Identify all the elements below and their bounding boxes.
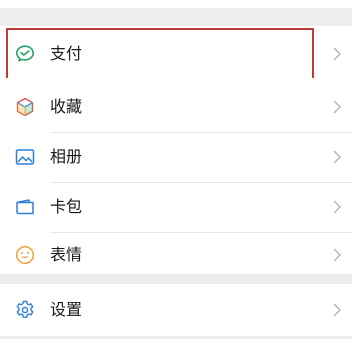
menu-item-pay[interactable]: 支付 [0, 27, 352, 81]
menu-item-favorites-label: 收藏 [50, 97, 83, 116]
menu-item-stickers-label: 表情 [50, 245, 83, 264]
gear-icon [14, 299, 36, 321]
menu-item-settings-label: 设置 [50, 300, 83, 319]
tools-group: 收藏 相册 卡包 表情 [0, 78, 352, 274]
chevron-right-icon [332, 149, 342, 165]
chevron-right-icon [332, 199, 342, 215]
menu-item-album[interactable]: 相册 [0, 130, 352, 184]
menu-item-pay-label: 支付 [50, 44, 83, 63]
menu-item-settings[interactable]: 设置 [0, 284, 352, 336]
me-page-menu: 支付 收藏 相册 卡包 表情 设置 [0, 0, 352, 339]
menu-item-stickers[interactable]: 表情 [0, 228, 352, 282]
card-icon [14, 196, 36, 218]
settings-group: 设置 [0, 284, 352, 336]
pay-icon [14, 43, 36, 65]
pay-group: 支付 [0, 26, 352, 82]
menu-item-cards[interactable]: 卡包 [0, 180, 352, 234]
menu-item-favorites[interactable]: 收藏 [0, 80, 352, 134]
menu-item-album-label: 相册 [50, 147, 83, 166]
chevron-right-icon [332, 247, 342, 263]
chevron-right-icon [332, 99, 342, 115]
menu-item-cards-label: 卡包 [50, 197, 83, 216]
top-card-edge [0, 0, 352, 8]
smiley-icon [14, 244, 36, 266]
chevron-right-icon [332, 46, 342, 62]
chevron-right-icon [332, 302, 342, 318]
cube-icon [14, 96, 36, 118]
image-icon [14, 146, 36, 168]
